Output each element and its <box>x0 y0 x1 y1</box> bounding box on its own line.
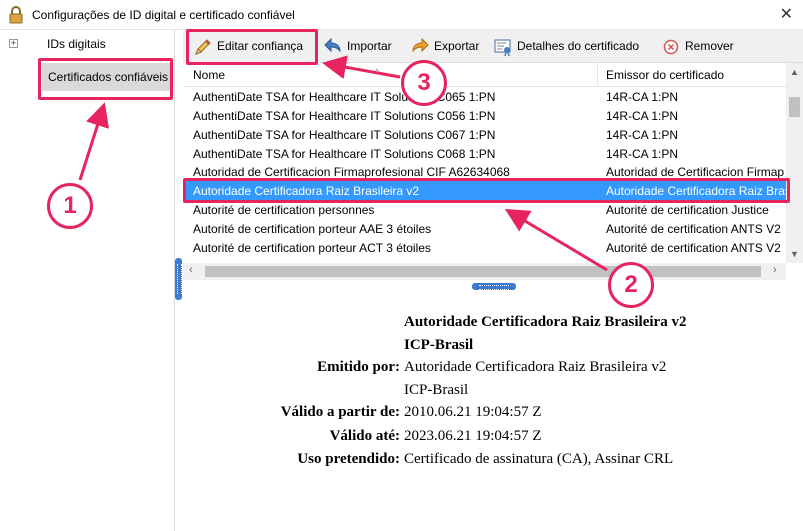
intended-use-value: Certificado de assinatura (CA), Assinar … <box>404 451 674 467</box>
cell-name: AuthentiDate TSA for Healthcare IT Solut… <box>193 109 496 123</box>
horizontal-splitter-handle[interactable] <box>472 283 516 290</box>
annotation-step-1: 1 <box>47 183 93 229</box>
sidebar-item-digital-ids[interactable]: + IDs digitais <box>0 33 175 55</box>
cell-issuer: Autorité de certification ANTS V2 <box>606 241 781 255</box>
sidebar-item-label: Certificados confiáveis <box>48 70 169 84</box>
certificate-icon <box>494 39 511 57</box>
column-header-name-label: Nome <box>193 68 226 82</box>
expand-icon[interactable]: + <box>9 39 18 48</box>
valid-from-label: Válido a partir de: <box>280 404 400 420</box>
table-row[interactable]: Autorité de certification porteur ACT 3 … <box>183 239 786 258</box>
remove-label: Remover <box>685 39 734 53</box>
table-row-selected[interactable]: Autoridade Certificadora Raiz Brasileira… <box>183 181 786 201</box>
title-bar: Configurações de ID digital e certificad… <box>0 0 803 30</box>
table-row[interactable]: AuthentiDate TSA for Healthcare IT Solut… <box>183 88 786 107</box>
close-icon[interactable]: ✕ <box>780 4 793 24</box>
cell-issuer: 14R-CA 1:PN <box>606 90 679 104</box>
certificate-details-label: Detalhes do certificado <box>517 39 640 53</box>
sidebar-item-trusted-certificates[interactable]: Certificados confiáveis <box>0 63 175 91</box>
certificate-list: ^ Nome Emissor do certificado AuthentiDa… <box>183 63 803 281</box>
list-header: ^ Nome Emissor do certificado <box>183 63 786 87</box>
scroll-thumb[interactable] <box>789 97 800 117</box>
table-row[interactable]: Autorité de certification porteur AAE 3 … <box>183 220 786 239</box>
scroll-left-icon[interactable]: ‹ <box>189 264 193 276</box>
cell-issuer: Autoridade Certificadora Raiz Bras <box>606 184 786 198</box>
horizontal-scrollbar[interactable]: ‹ › <box>183 263 786 280</box>
cell-name: Autoridade Certificadora Raiz Brasileira… <box>193 184 420 198</box>
cell-name: Autorité de certification porteur AAE 3 … <box>193 222 432 236</box>
vertical-splitter-handle[interactable] <box>175 258 182 300</box>
annotation-step-3: 3 <box>401 60 447 106</box>
cell-name: AuthentiDate TSA for Healthcare IT Solut… <box>193 147 496 161</box>
valid-to-value: 2023.06.21 19:04:57 Z <box>404 428 542 444</box>
sort-ascending-icon: ^ <box>375 67 380 77</box>
table-row[interactable]: AuthentiDate TSA for Healthcare IT Solut… <box>183 107 786 126</box>
sidebar-item-label: IDs digitais <box>47 37 106 51</box>
cell-issuer: Autorité de certification ANTS V2 <box>606 222 781 236</box>
sidebar-tree: + IDs digitais Certificados confiáveis <box>0 30 175 531</box>
vertical-scrollbar[interactable]: ▲ ▼ <box>786 63 803 263</box>
list-rows: AuthentiDate TSA for Healthcare IT Solut… <box>183 88 786 258</box>
issued-by-label: Emitido por: <box>317 359 400 375</box>
column-header-name[interactable]: ^ Nome <box>183 63 598 87</box>
cell-name: AuthentiDate TSA for Healthcare IT Solut… <box>193 90 496 104</box>
table-row[interactable]: AuthentiDate TSA for Healthcare IT Solut… <box>183 126 786 145</box>
certificate-name: Autoridade Certificadora Raiz Brasileira… <box>404 314 687 330</box>
issued-by-value: Autoridade Certificadora Raiz Brasileira… <box>404 359 667 375</box>
scroll-right-icon[interactable]: › <box>773 264 777 276</box>
import-arrow-icon <box>324 37 341 53</box>
annotation-step-2: 2 <box>608 262 654 308</box>
certificate-organization: ICP-Brasil <box>404 337 474 353</box>
remove-icon <box>663 39 679 55</box>
cell-name: Autorité de certification personnes <box>193 203 375 217</box>
issued-by-organization: ICP-Brasil <box>404 382 469 398</box>
intended-use-label: Uso pretendido: <box>297 451 400 467</box>
certificate-details-pane: Autoridade Certificadora Raiz Brasileira… <box>183 292 803 531</box>
cell-issuer: Autoridad de Certificacion Firmap <box>606 165 785 179</box>
cell-issuer: Autorité de certification Justice <box>606 203 769 217</box>
cell-issuer: 14R-CA 1:PN <box>606 147 679 161</box>
cell-name: Autoridad de Certificacion Firmaprofesio… <box>193 165 510 179</box>
table-row[interactable]: Autoridad de Certificacion Firmaprofesio… <box>183 164 786 181</box>
column-header-issuer[interactable]: Emissor do certificado <box>599 63 786 87</box>
column-header-issuer-label: Emissor do certificado <box>606 68 725 82</box>
cell-name: Autorité de certification porteur ACT 3 … <box>193 241 431 255</box>
scroll-up-icon[interactable]: ▲ <box>790 67 799 77</box>
import-label: Importar <box>347 39 392 53</box>
table-row[interactable]: AuthentiDate TSA for Healthcare IT Solut… <box>183 145 786 164</box>
table-row[interactable]: Autorité de certification personnes Auto… <box>183 201 786 220</box>
pencil-icon <box>195 39 211 55</box>
scroll-thumb[interactable] <box>205 266 761 277</box>
scroll-down-icon[interactable]: ▼ <box>790 249 799 259</box>
cell-name: AuthentiDate TSA for Healthcare IT Solut… <box>193 128 496 142</box>
export-arrow-icon <box>412 37 429 53</box>
export-label: Exportar <box>434 39 480 53</box>
edit-trust-label: Editar confiança <box>217 39 304 53</box>
window-title: Configurações de ID digital e certificad… <box>32 8 295 22</box>
valid-from-value: 2010.06.21 19:04:57 Z <box>404 404 542 420</box>
cell-issuer: 14R-CA 1:PN <box>606 109 679 123</box>
toolbar: Editar confiança Importar Exportar Detal… <box>183 30 803 63</box>
valid-to-label: Válido até: <box>329 428 400 444</box>
lock-icon <box>9 6 23 24</box>
cell-issuer: 14R-CA 1:PN <box>606 128 679 142</box>
